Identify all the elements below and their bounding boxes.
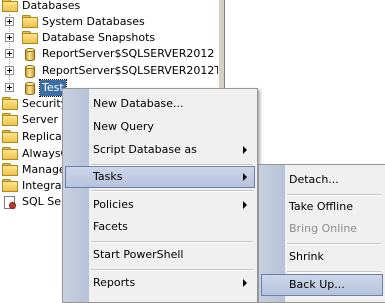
expand-icon[interactable] [5, 66, 14, 75]
folder-icon [22, 15, 38, 28]
tree-node-system-databases[interactable]: System Databases [0, 14, 218, 30]
menu-item-reports[interactable]: Reports [65, 272, 255, 294]
folder-icon [2, 97, 18, 110]
menu-item-script-database-as[interactable]: Script Database as [65, 139, 255, 161]
folder-icon [22, 31, 38, 44]
submenu-arrow-icon [243, 146, 247, 154]
menu-item-policies[interactable]: Policies [65, 194, 255, 216]
expand-icon[interactable] [5, 33, 14, 42]
menu-item-take-offline[interactable]: Take Offline [261, 196, 383, 218]
menu-separator [287, 271, 381, 273]
context-menu: New Database... New Query Script Databas… [62, 88, 258, 303]
menu-item-tasks[interactable]: Tasks [65, 166, 255, 188]
menu-separator [91, 241, 253, 243]
submenu-arrow-icon [243, 279, 247, 287]
menu-item-detach[interactable]: Detach... [261, 169, 383, 191]
menu-separator [91, 190, 253, 192]
expand-icon[interactable] [5, 49, 14, 58]
submenu-arrow-icon [243, 173, 247, 181]
folder-icon [2, 163, 18, 176]
tree-node-database-snapshots[interactable]: Database Snapshots [0, 30, 218, 46]
menu-item-back-up[interactable]: Back Up... [261, 274, 383, 296]
menu-separator [91, 269, 253, 271]
expand-icon[interactable] [5, 17, 14, 26]
database-icon [25, 82, 35, 95]
menu-item-new-database[interactable]: New Database... [65, 93, 255, 115]
submenu-arrow-icon [243, 201, 247, 209]
tree-node-reportserver-temp[interactable]: ReportServer$SQLSERVER2012Tem [0, 63, 237, 79]
folder-icon [2, 147, 18, 160]
tree-node-databases[interactable]: Databases [0, 0, 218, 14]
tasks-submenu: Detach... Take Offline Bring Online Shri… [258, 164, 385, 303]
database-icon [25, 48, 35, 61]
tree-node-reportserver[interactable]: ReportServer$SQLSERVER2012 [0, 46, 218, 62]
menu-item-start-powershell[interactable]: Start PowerShell [65, 244, 255, 266]
menu-item-new-query[interactable]: New Query [65, 116, 255, 138]
folder-icon [2, 179, 18, 192]
folder-icon [2, 0, 18, 12]
folder-icon [2, 113, 18, 126]
menu-item-bring-online: Bring Online [289, 222, 358, 235]
menu-item-shrink[interactable]: Shrink [261, 246, 383, 268]
expand-icon[interactable] [5, 83, 14, 92]
sql-agent-icon [4, 196, 17, 209]
menu-separator [287, 243, 381, 245]
folder-icon [2, 130, 18, 143]
menu-item-facets[interactable]: Facets [65, 216, 255, 238]
database-icon [25, 65, 35, 78]
